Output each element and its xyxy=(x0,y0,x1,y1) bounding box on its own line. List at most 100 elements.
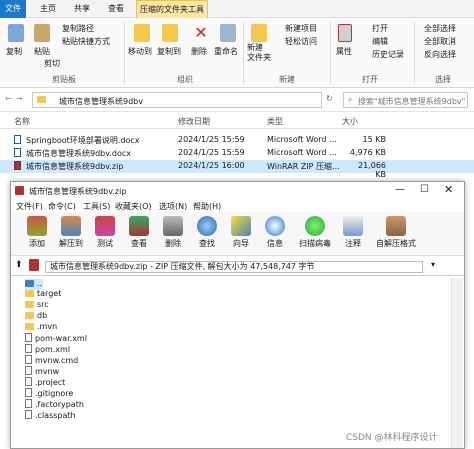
file-row[interactable]: 城市信息管理系统9dbv.docx 2024/1/25 15:59 Micros… xyxy=(0,147,474,160)
select-none-button[interactable]: 全部取消 xyxy=(424,36,456,47)
cut-button[interactable]: 剪切 xyxy=(44,58,60,69)
up-arrow-icon[interactable]: ⬆ xyxy=(15,260,23,270)
menu-options[interactable]: 选项(N) xyxy=(159,201,187,212)
dropdown-icon[interactable]: ▾ xyxy=(431,260,435,269)
file-row-selected[interactable]: 城市信息管理系统9dbv.zip 2024/1/25 16:00 WinRAR … xyxy=(0,160,474,179)
list-item[interactable]: .mvn xyxy=(25,322,57,333)
list-item[interactable]: .project xyxy=(25,377,65,388)
list-item[interactable]: mvnw xyxy=(25,366,59,377)
properties-button[interactable]: 属性 xyxy=(336,46,352,57)
edit-button[interactable]: 编辑 xyxy=(372,36,388,47)
tab-view[interactable]: 查看 xyxy=(102,0,130,18)
tool-add[interactable]: 添加 xyxy=(19,214,55,249)
file-type: Microsoft Word ... xyxy=(267,148,337,157)
winrar-menubar: 文件(F) 命令(C) 工具(S) 收藏夹(O) 选项(N) 帮助(H) xyxy=(11,199,464,212)
tool-extract[interactable]: 解压到 xyxy=(53,214,89,249)
list-item[interactable]: .classpath xyxy=(25,410,76,421)
tool-view[interactable]: 查看 xyxy=(121,214,157,249)
tool-wizard[interactable]: 向导 xyxy=(223,214,259,249)
properties-icon xyxy=(338,24,352,42)
history-button[interactable]: 历史记录 xyxy=(372,49,404,60)
copy-path-button[interactable]: 复制路径 xyxy=(62,23,94,34)
close-icon[interactable]: ✕ xyxy=(444,183,453,196)
file-name: 城市信息管理系统9dbv.docx xyxy=(26,149,132,158)
search-icon: ⌕ xyxy=(348,95,353,104)
copy-button[interactable]: 复制 xyxy=(6,46,22,57)
tool-info[interactable]: 信息 xyxy=(257,214,293,249)
new-item-button[interactable]: 新建项目 xyxy=(285,23,317,34)
new-folder-button[interactable]: 新建 文件夹 xyxy=(247,43,271,63)
list-item[interactable]: db xyxy=(25,311,47,322)
file-row[interactable]: Springboot环境部署说明.docx 2024/1/25 15:59 Mi… xyxy=(0,134,474,147)
search-input[interactable]: ⌕ 搜索"城市信息管理系统9dbv" xyxy=(343,92,468,108)
view-icon xyxy=(129,216,149,236)
word-icon xyxy=(14,135,24,145)
list-item[interactable]: pom.xml xyxy=(25,344,70,355)
menu-command[interactable]: 命令(C) xyxy=(48,201,76,212)
rename-icon xyxy=(220,24,236,42)
list-item[interactable]: target xyxy=(25,289,61,300)
paste-button[interactable]: 粘贴 xyxy=(34,46,50,57)
tool-find[interactable]: 查找 xyxy=(189,214,225,249)
search-placeholder: 搜索"城市信息管理系统9dbv" xyxy=(358,97,466,106)
list-item[interactable]: mvnw.cmd xyxy=(25,355,78,366)
menu-favorites[interactable]: 收藏夹(O) xyxy=(115,201,152,212)
test-icon xyxy=(95,216,115,236)
tab-share[interactable]: 共享 xyxy=(68,0,96,18)
col-date[interactable]: 修改日期 xyxy=(178,116,210,127)
tool-test[interactable]: 测试 xyxy=(87,214,123,249)
minimize-icon[interactable]: — xyxy=(395,184,405,195)
group-open: 打开 xyxy=(362,75,378,84)
list-item[interactable]: .gitignore xyxy=(25,388,73,399)
list-item[interactable]: pom-war.xml xyxy=(25,333,87,344)
list-item[interactable]: src xyxy=(25,300,49,311)
tool-delete[interactable]: 删除 xyxy=(155,214,191,249)
tab-file[interactable]: 文件 xyxy=(0,0,26,18)
archive-path[interactable]: 城市信息管理系统9dbv.zip - ZIP 压缩文件, 解包大小为 47,54… xyxy=(45,261,423,273)
group-clipboard: 剪贴板 xyxy=(52,75,76,84)
tool-virus-scan[interactable]: 扫描病毒 xyxy=(297,214,333,249)
folder-icon xyxy=(37,96,46,103)
tab-home[interactable]: 主页 xyxy=(34,0,62,18)
maximize-icon[interactable]: ☐ xyxy=(420,184,429,195)
ribbon: 复制 粘贴 复制路径 粘贴快捷方式 剪切 剪贴板 移动到 复制到 ✕ 删除 重命… xyxy=(0,18,474,88)
easy-access-button[interactable]: 轻松访问 xyxy=(285,36,317,47)
tool-comment[interactable]: 注释 xyxy=(335,214,371,249)
move-to-button[interactable]: 移动到 xyxy=(128,46,152,57)
add-icon xyxy=(27,216,47,236)
rename-button[interactable]: 重命名 xyxy=(214,46,238,57)
file-date: 2024/1/25 15:59 xyxy=(178,148,245,157)
file-size: 4,976 KB xyxy=(349,148,386,157)
zip-icon xyxy=(29,259,39,271)
list-item[interactable]: .factorypath xyxy=(25,399,84,410)
refresh-icon[interactable]: ↻ xyxy=(326,94,333,103)
file-type: Microsoft Word ... xyxy=(267,135,337,144)
col-size[interactable]: 大小 xyxy=(342,116,358,127)
invert-selection-button[interactable]: 反向选择 xyxy=(424,49,456,60)
menu-file[interactable]: 文件(F) xyxy=(16,201,43,212)
menu-tools[interactable]: 工具(S) xyxy=(83,201,110,212)
col-name[interactable]: 名称 xyxy=(14,116,30,127)
paste-shortcut-button[interactable]: 粘贴快捷方式 xyxy=(62,36,110,47)
file-name: 城市信息管理系统9dbv.zip xyxy=(26,162,124,171)
delete-button[interactable]: 删除 xyxy=(191,46,207,57)
open-button[interactable]: 打开 xyxy=(372,23,388,34)
delete-icon: ✕ xyxy=(194,23,208,42)
winrar-window: 城市信息管理系统9dbv.zip — ☐ ✕ 文件(F) 命令(C) 工具(S)… xyxy=(10,181,465,449)
col-type[interactable]: 类型 xyxy=(267,116,283,127)
file-date: 2024/1/25 16:00 xyxy=(178,161,245,170)
file-type: WinRAR ZIP 压缩... xyxy=(267,162,340,171)
address-input[interactable]: 城市信息管理系统9dbv xyxy=(32,92,322,108)
tab-compressed-tools[interactable]: 压缩的文件夹工具 xyxy=(136,0,208,18)
copy-to-button[interactable]: 复制到 xyxy=(157,46,181,57)
back-icon[interactable]: ← xyxy=(5,94,12,103)
menu-help[interactable]: 帮助(H) xyxy=(193,201,221,212)
select-all-button[interactable]: 全部选择 xyxy=(424,23,456,34)
winrar-titlebar[interactable]: 城市信息管理系统9dbv.zip — ☐ ✕ xyxy=(11,182,464,199)
tool-sfx[interactable]: 自解压格式 xyxy=(371,214,421,249)
forward-icon[interactable]: → xyxy=(16,94,23,103)
info-icon xyxy=(265,216,285,236)
scrollbar[interactable] xyxy=(451,278,463,448)
copy-to-icon xyxy=(162,24,178,42)
group-organize: 组织 xyxy=(177,75,193,84)
